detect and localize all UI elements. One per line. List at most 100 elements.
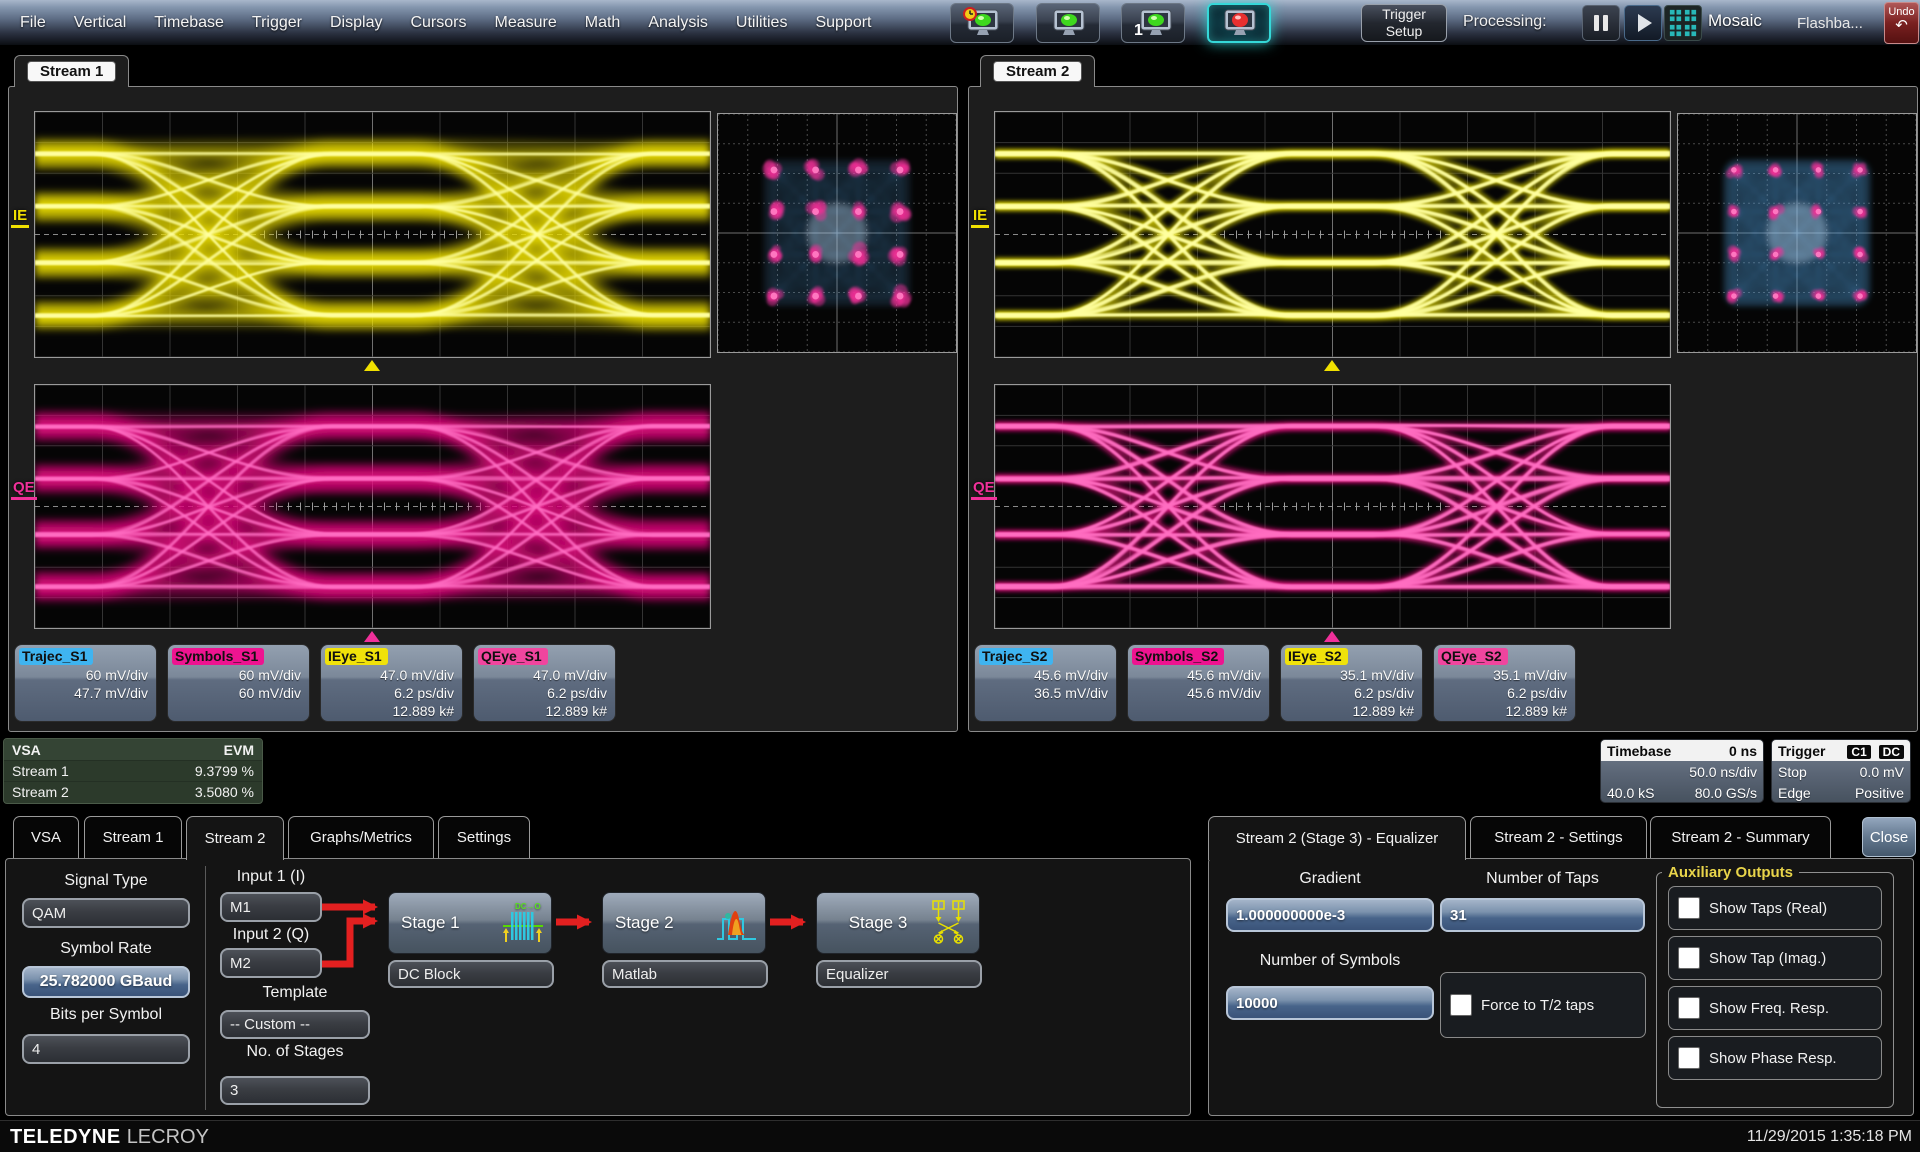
stage2-type-field[interactable]: Matlab (602, 960, 768, 988)
trigger-position-marker-s1-i[interactable] (364, 360, 380, 371)
descriptor-trajec-s2[interactable]: Trajec_S2 45.6 mV/div 36.5 mV/div (974, 644, 1117, 722)
ieye-s2-plot (994, 111, 1671, 358)
menu-cursors[interactable]: Cursors (396, 14, 480, 32)
input2-label: Input 2 (Q) (220, 926, 322, 944)
descriptor-qeye-s2[interactable]: QEye_S2 35.1 mV/div 6.2 ps/div 12.889 k# (1433, 644, 1576, 722)
force-t2-taps-checkbox-row[interactable]: Force to T/2 taps (1440, 972, 1646, 1038)
stage2-button[interactable]: Stage 2 (602, 892, 766, 954)
template-field[interactable]: -- Custom -- (220, 1010, 370, 1039)
symbol-rate-field[interactable]: 25.782000 GBaud (22, 966, 190, 998)
timebase-scale: 50.0 ns/div (1689, 764, 1757, 780)
show-taps-real-checkbox[interactable] (1678, 897, 1700, 919)
descriptor-ieye-s2[interactable]: IEye_S2 35.1 mV/div 6.2 ps/div 12.889 k# (1280, 644, 1423, 722)
vsa-title: VSA (12, 742, 41, 758)
processing-pause-button[interactable] (1582, 5, 1620, 41)
stream2-grid-panel: IE QE Trajec_S2 45.6 mV/div 36.5 mV/div … (968, 86, 1918, 732)
status-bar: TELEDYNELECROY 11/29/2015 1:35:18 PM (0, 1120, 1920, 1152)
force-t2-taps-label: Force to T/2 taps (1481, 997, 1594, 1014)
qeye-s1-channel-label[interactable]: QE (11, 479, 37, 500)
brand-strong: TELEDYNE (10, 1126, 121, 1148)
num-taps-field[interactable]: 31 (1440, 898, 1645, 932)
trigger-slope: Positive (1855, 785, 1904, 801)
descriptor-ieye-s1[interactable]: IEye_S1 47.0 mV/div 6.2 ps/div 12.889 k# (320, 644, 463, 722)
stage1-type-field[interactable]: DC Block (388, 960, 554, 988)
show-tap-imag-checkbox[interactable] (1678, 947, 1700, 969)
menu-analysis[interactable]: Analysis (634, 14, 722, 32)
menu-file[interactable]: File (6, 14, 60, 32)
tab-stream2-stage3-equalizer[interactable]: Stream 2 (Stage 3) - Equalizer (1208, 816, 1466, 860)
trigger-normal-button[interactable] (1036, 3, 1100, 43)
auxiliary-outputs-title: Auxiliary Outputs (1662, 864, 1799, 881)
tab-stream2-settings[interactable]: Stream 2 - Settings (1470, 816, 1647, 858)
qeye-s2-channel-label[interactable]: QE (971, 479, 997, 500)
input2-field[interactable]: M2 (220, 948, 322, 978)
desc-line: 6.2 ps/div (380, 684, 454, 702)
equalizer-icon (927, 899, 973, 947)
menu-utilities[interactable]: Utilities (722, 14, 802, 32)
stage1-button[interactable]: Stage 1 DC→O (388, 892, 552, 954)
gradient-field[interactable]: 1.000000000e-3 (1226, 898, 1434, 932)
input1-label: Input 1 (I) (220, 868, 322, 886)
tab-stream2-summary[interactable]: Stream 2 - Summary (1650, 816, 1831, 858)
vsa-row-label: Stream 1 (12, 763, 69, 779)
trigger-auto-button[interactable] (950, 3, 1014, 43)
timebase-readout[interactable]: Timebase 0 ns 50.0 ns/div 40.0 kS 80.0 G… (1600, 739, 1764, 803)
signal-type-field[interactable]: QAM (22, 898, 190, 928)
ieye-s2-channel-label[interactable]: IE (971, 207, 989, 228)
stream1-grid-panel: IE QE Trajec_S1 60 mV/div 47.7 mV/div Sy… (8, 86, 958, 732)
trigger-setup-button[interactable]: Trigger Setup (1361, 4, 1447, 42)
stage3-type-field[interactable]: Equalizer (816, 960, 982, 988)
trigger-position-marker-s1-q[interactable] (364, 631, 380, 642)
stream1-grid-tab[interactable]: Stream 1 (14, 55, 129, 87)
show-phase-resp-checkbox[interactable] (1678, 1047, 1700, 1069)
show-tap-imag-row[interactable]: Show Tap (Imag.) (1668, 936, 1882, 980)
trigger-readout[interactable]: Trigger C1 DC Stop 0.0 mV Edge Positive (1771, 739, 1911, 803)
bits-per-symbol-label: Bits per Symbol (22, 1006, 190, 1024)
show-freq-resp-row[interactable]: Show Freq. Resp. (1668, 986, 1882, 1030)
undo-button[interactable]: Undo ↶ (1884, 2, 1919, 44)
tab-stream1[interactable]: Stream 1 (84, 816, 182, 858)
num-symbols-field[interactable]: 10000 (1226, 986, 1434, 1020)
menu-trigger[interactable]: Trigger (238, 14, 316, 32)
trace-chip: Trajec_S1 (19, 648, 93, 665)
tab-stream2[interactable]: Stream 2 (186, 816, 284, 860)
stage3-button[interactable]: Stage 3 (816, 892, 980, 954)
input1-field[interactable]: M1 (220, 892, 322, 922)
timebase-samples: 40.0 kS (1607, 785, 1654, 801)
force-t2-taps-checkbox[interactable] (1450, 994, 1472, 1016)
flashback-label[interactable]: Flashba... (1797, 15, 1863, 32)
menu-timebase[interactable]: Timebase (140, 14, 238, 32)
show-freq-resp-checkbox[interactable] (1678, 997, 1700, 1019)
trigger-position-marker-s2-q[interactable] (1324, 631, 1340, 642)
matlab-icon (715, 901, 759, 945)
descriptor-symbols-s1[interactable]: Symbols_S1 60 mV/div 60 mV/div (167, 644, 310, 722)
signal-type-label: Signal Type (22, 872, 190, 890)
trigger-position-marker-s2-i[interactable] (1324, 360, 1340, 371)
num-stages-field[interactable]: 3 (220, 1076, 370, 1105)
trigger-stop-button[interactable] (1207, 3, 1271, 43)
trigger-single-button[interactable]: 1 (1121, 3, 1185, 43)
trigger-setup-line1: Trigger (1382, 6, 1426, 23)
bits-per-symbol-field[interactable]: 4 (22, 1034, 190, 1064)
monitor-normal-icon (1048, 6, 1088, 40)
descriptor-symbols-s2[interactable]: Symbols_S2 45.6 mV/div 45.6 mV/div (1127, 644, 1270, 722)
processing-play-button[interactable] (1624, 5, 1662, 41)
desc-line: 45.6 mV/div (1187, 684, 1261, 702)
menu-measure[interactable]: Measure (480, 14, 570, 32)
show-phase-resp-row[interactable]: Show Phase Resp. (1668, 1036, 1882, 1080)
menu-display[interactable]: Display (316, 14, 396, 32)
ieye-s1-channel-label[interactable]: IE (11, 207, 29, 228)
tab-settings[interactable]: Settings (438, 816, 530, 858)
menu-math[interactable]: Math (571, 14, 635, 32)
show-taps-real-row[interactable]: Show Taps (Real) (1668, 886, 1882, 930)
menu-support[interactable]: Support (801, 14, 885, 32)
menu-vertical[interactable]: Vertical (60, 14, 140, 32)
stream2-grid-tab[interactable]: Stream 2 (980, 55, 1095, 87)
descriptor-qeye-s1[interactable]: QEye_S1 47.0 mV/div 6.2 ps/div 12.889 k# (473, 644, 616, 722)
descriptor-trajec-s1[interactable]: Trajec_S1 60 mV/div 47.7 mV/div (14, 644, 157, 722)
close-button[interactable]: Close (1862, 817, 1916, 857)
trace-chip: Trajec_S2 (979, 648, 1053, 665)
tab-graphs-metrics[interactable]: Graphs/Metrics (288, 816, 434, 858)
tab-vsa[interactable]: VSA (13, 816, 79, 858)
mosaic-button[interactable] (1664, 5, 1702, 41)
